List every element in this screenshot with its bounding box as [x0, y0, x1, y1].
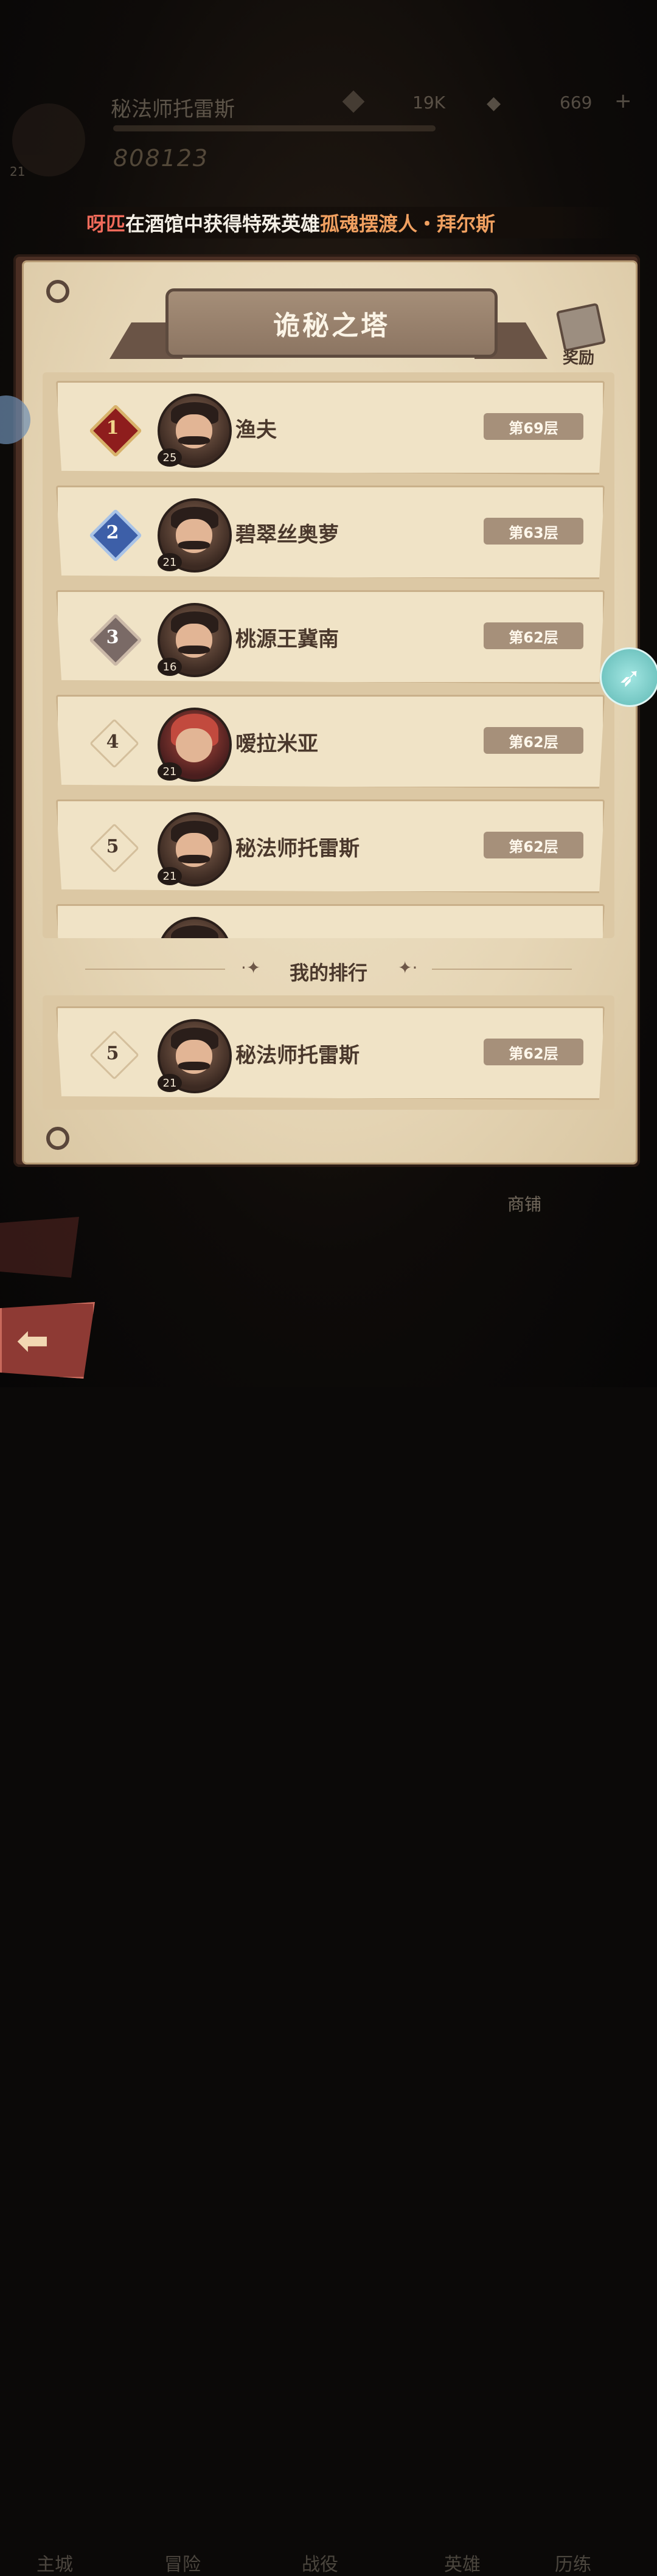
marquee-player: 呀匹 [86, 212, 126, 235]
background-gold: 19K [412, 92, 445, 113]
rank-number: 2 [106, 521, 119, 543]
bottom-nav: 主城 冒险 战役 英雄 历练 [0, 1192, 657, 2575]
chest-icon [555, 302, 607, 352]
rank-number: 5 [106, 835, 119, 857]
ranking-row[interactable]: 5 21 秘法师托雷斯 第62层 [56, 799, 605, 893]
ranking-row[interactable]: 2 21 碧翠丝奥萝 第63层 [56, 486, 605, 579]
rocket-icon: ➶ [618, 661, 641, 693]
rank-number: 4 [106, 731, 119, 753]
player-level: 21 [158, 867, 182, 885]
rank-badge-plain: 5 [88, 1029, 140, 1081]
background-diamonds: 669 [560, 92, 593, 113]
background-power: 808123 [113, 145, 209, 172]
avatar-moustache [178, 1062, 210, 1070]
avatar-moustache [178, 855, 210, 863]
player-level: 21 [158, 1074, 182, 1092]
system-marquee: 呀匹 在酒馆中获得特殊英雄 孤魂摆渡人・拜尔斯 [67, 207, 616, 238]
rank-badge-gold: 1 [88, 403, 142, 458]
rank-number: 1 [106, 417, 119, 439]
avatar-moustache [178, 646, 210, 654]
player-level: 21 [158, 553, 182, 571]
reward-button[interactable]: 奖励 [551, 302, 607, 369]
floor-badge: 第62层 [484, 832, 583, 858]
nav-item: 战役 [302, 2554, 338, 2575]
nav-item: 冒险 [164, 2554, 201, 2575]
ranking-row[interactable]: 3 16 桃源王冀南 第62层 [56, 590, 605, 684]
floor-badge: 第63层 [484, 518, 583, 545]
player-name: 桃源王冀南 [235, 627, 339, 652]
floor-badge: 第62层 [484, 727, 583, 754]
gold-icon [342, 90, 365, 113]
background-exp-bar [113, 125, 436, 131]
avatar-hair [171, 925, 218, 938]
ranking-row[interactable]: 1 25 渔夫 第69层 [56, 381, 605, 475]
rank-number: 5 [106, 1042, 119, 1064]
player-name: 碧翠丝奥萝 [235, 523, 339, 547]
sparkle-icon: ✦· [398, 958, 418, 978]
player-level: 25 [158, 448, 182, 467]
avatar-face [176, 728, 212, 762]
background-player-header: 21 秘法师托雷斯 808123 19K ◆ 669 + [0, 37, 657, 179]
background-player-name: 秘法师托雷斯 [111, 97, 235, 122]
rank-badge-bronze: 3 [88, 613, 142, 667]
ranking-list[interactable]: 1 25 渔夫 第69层 2 21 碧翠丝奥萝 第63层 3 16 桃源王冀南 … [43, 372, 614, 938]
panel-title-plate: 诡秘之塔 [165, 288, 498, 358]
diamond-icon: ◆ [487, 92, 501, 114]
marquee-message: 在酒馆中获得特殊英雄 [125, 212, 321, 235]
my-rank-section: 5 21 秘法师托雷斯 第62层 [43, 995, 614, 1110]
player-name: 秘法师托雷斯 [235, 1043, 360, 1068]
panel-title: 诡秘之塔 [273, 310, 390, 341]
player-level: 21 [158, 762, 182, 781]
avatar-moustache [178, 436, 210, 445]
floor-badge: 第62层 [484, 622, 583, 649]
ring-icon [46, 1127, 69, 1150]
nav-item: 英雄 [444, 2554, 481, 2575]
player-name: 渔夫 [235, 418, 277, 442]
player-level: 16 [158, 658, 182, 676]
my-rank-title: 我的排行 [289, 961, 367, 984]
avatar-moustache [178, 541, 210, 549]
player-name: 嗳拉米亚 [235, 732, 318, 756]
floor-badge: 第69层 [484, 413, 583, 440]
nav-item: 主城 [36, 2554, 73, 2575]
rocket-button[interactable]: ➶ [600, 647, 657, 707]
my-rank-divider: ·✦ 我的排行 ✦· [85, 954, 572, 984]
ranking-row[interactable]: 4 21 嗳拉米亚 第62层 [56, 695, 605, 788]
divider-line [432, 969, 572, 970]
nav-item: 历练 [555, 2554, 591, 2575]
ranking-row-partial[interactable] [56, 904, 605, 938]
rank-number: 3 [106, 626, 119, 648]
my-rank-row[interactable]: 5 21 秘法师托雷斯 第62层 [56, 1006, 605, 1100]
reward-label: 奖励 [562, 349, 594, 367]
plus-icon: + [614, 89, 632, 113]
background-level: 21 [10, 164, 26, 179]
player-name: 秘法师托雷斯 [235, 837, 360, 861]
ring-icon [46, 280, 69, 303]
rank-badge-plain: 5 [88, 822, 140, 874]
rank-badge-plain: 4 [88, 717, 140, 769]
rank-badge-silver: 2 [88, 508, 142, 562]
floor-badge: 第62层 [484, 1039, 583, 1065]
marquee-hero: 孤魂摆渡人・拜尔斯 [320, 212, 496, 235]
avatar[interactable] [158, 917, 232, 938]
